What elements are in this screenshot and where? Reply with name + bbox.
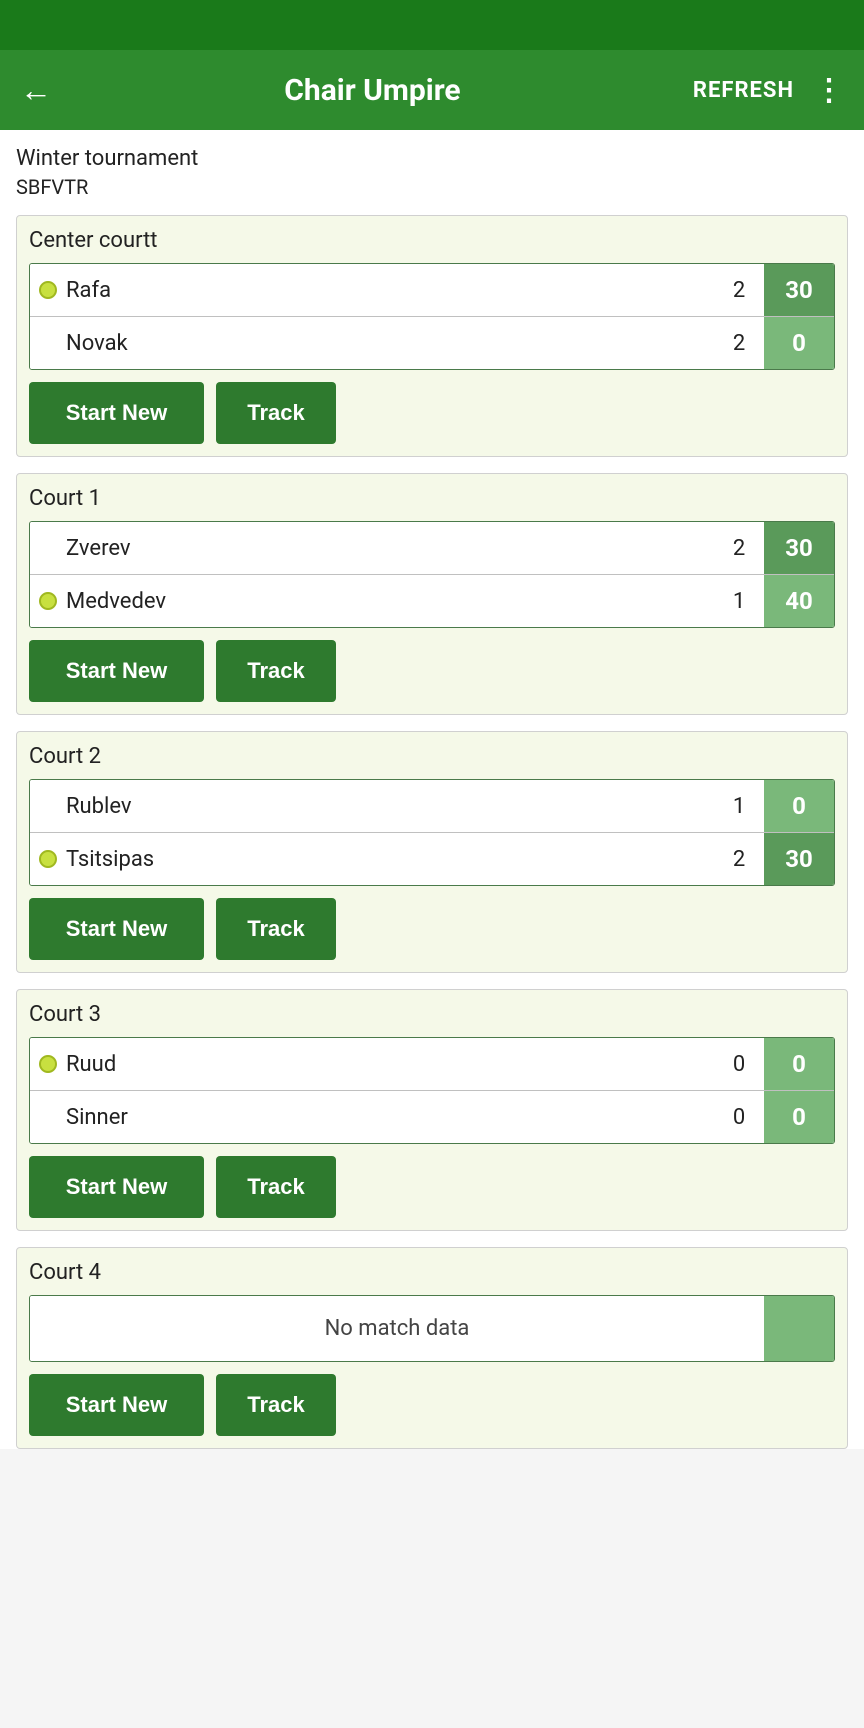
ball-cell-center-court-1 <box>30 334 58 352</box>
track-button-court-1[interactable]: Track <box>216 640 336 702</box>
page-content: Winter tournament SBFVTR Center courtt Ra… <box>0 130 864 1449</box>
player-sets-center-court-0: 2 <box>714 266 764 315</box>
player-row-court-2-0: Rublev10 <box>30 780 834 833</box>
player-points-court-1-1: 40 <box>764 575 834 627</box>
match-table-court-2: Rublev10Tsitsipas230 <box>29 779 835 886</box>
player-row-court-1-1: Medvedev140 <box>30 575 834 627</box>
player-name-court-1-0: Zverev <box>58 524 714 573</box>
ball-icon-court-1-1 <box>39 592 57 610</box>
refresh-button[interactable]: REFRESH <box>693 78 794 103</box>
player-row-court-3-1: Sinner00 <box>30 1091 834 1143</box>
ball-placeholder-court-1-0 <box>39 539 57 557</box>
ball-cell-court-1-1 <box>30 592 58 610</box>
ball-cell-court-2-1 <box>30 850 58 868</box>
match-table-court-3: Ruud00Sinner00 <box>29 1037 835 1144</box>
ball-placeholder-center-court-1 <box>39 334 57 352</box>
court-name-court-1: Court 1 <box>29 486 835 511</box>
toolbar: ← Chair Umpire REFRESH ⋮ <box>0 50 864 130</box>
player-row-court-2-1: Tsitsipas230 <box>30 833 834 885</box>
start-new-button-court-3[interactable]: Start New <box>29 1156 204 1218</box>
buttons-row-center-court: Start NewTrack <box>29 382 835 444</box>
ball-icon-court-3-0 <box>39 1055 57 1073</box>
player-sets-court-3-1: 0 <box>714 1093 764 1142</box>
ball-cell-court-3-1 <box>30 1108 58 1126</box>
court-name-court-2: Court 2 <box>29 744 835 769</box>
more-button[interactable]: ⋮ <box>814 73 844 108</box>
no-match-side-court-4 <box>764 1296 834 1361</box>
player-name-court-2-0: Rublev <box>58 782 714 831</box>
court-card-court-2: Court 2Rublev10Tsitsipas230Start NewTrac… <box>16 731 848 973</box>
player-sets-court-2-1: 2 <box>714 835 764 884</box>
player-points-court-1-0: 30 <box>764 522 834 574</box>
player-row-court-3-0: Ruud00 <box>30 1038 834 1091</box>
player-sets-center-court-1: 2 <box>714 319 764 368</box>
ball-cell-court-1-0 <box>30 539 58 557</box>
ball-cell-court-2-0 <box>30 797 58 815</box>
player-sets-court-1-1: 1 <box>714 577 764 626</box>
ball-placeholder-court-3-1 <box>39 1108 57 1126</box>
court-name-court-4: Court 4 <box>29 1260 835 1285</box>
player-sets-court-1-0: 2 <box>714 524 764 573</box>
track-button-court-4[interactable]: Track <box>216 1374 336 1436</box>
court-card-court-3: Court 3Ruud00Sinner00Start NewTrack <box>16 989 848 1231</box>
ball-icon-court-2-1 <box>39 850 57 868</box>
toolbar-title: Chair Umpire <box>72 73 673 108</box>
player-name-center-court-0: Rafa <box>58 266 714 315</box>
no-match-wrapper-court-4: No match data <box>29 1295 835 1362</box>
ball-placeholder-court-2-0 <box>39 797 57 815</box>
ball-cell-court-3-0 <box>30 1055 58 1073</box>
player-points-center-court-0: 30 <box>764 264 834 316</box>
status-bar <box>0 0 864 50</box>
court-card-court-1: Court 1Zverev230Medvedev140Start NewTrac… <box>16 473 848 715</box>
player-row-center-court-0: Rafa230 <box>30 264 834 317</box>
player-points-court-3-1: 0 <box>764 1091 834 1143</box>
match-table-court-1: Zverev230Medvedev140 <box>29 521 835 628</box>
tournament-name: Winter tournament <box>16 146 848 171</box>
player-row-center-court-1: Novak20 <box>30 317 834 369</box>
player-points-center-court-1: 0 <box>764 317 834 369</box>
player-points-court-3-0: 0 <box>764 1038 834 1090</box>
buttons-row-court-3: Start NewTrack <box>29 1156 835 1218</box>
buttons-row-court-1: Start NewTrack <box>29 640 835 702</box>
ball-cell-center-court-0 <box>30 281 58 299</box>
no-match-content-court-4: No match data <box>30 1296 764 1361</box>
buttons-row-court-2: Start NewTrack <box>29 898 835 960</box>
back-button[interactable]: ← <box>20 71 52 109</box>
player-points-court-2-1: 30 <box>764 833 834 885</box>
player-name-court-3-0: Ruud <box>58 1040 714 1089</box>
court-card-center-court: Center courttRafa230Novak20Start NewTrac… <box>16 215 848 457</box>
player-name-court-2-1: Tsitsipas <box>58 835 714 884</box>
start-new-button-court-1[interactable]: Start New <box>29 640 204 702</box>
player-name-center-court-1: Novak <box>58 319 714 368</box>
track-button-court-2[interactable]: Track <box>216 898 336 960</box>
match-table-center-court: Rafa230Novak20 <box>29 263 835 370</box>
track-button-court-3[interactable]: Track <box>216 1156 336 1218</box>
court-name-center-court: Center courtt <box>29 228 835 253</box>
start-new-button-center-court[interactable]: Start New <box>29 382 204 444</box>
track-button-center-court[interactable]: Track <box>216 382 336 444</box>
player-sets-court-3-0: 0 <box>714 1040 764 1089</box>
player-name-court-1-1: Medvedev <box>58 577 714 626</box>
tournament-code: SBFVTR <box>16 175 848 199</box>
player-sets-court-2-0: 1 <box>714 782 764 831</box>
player-row-court-1-0: Zverev230 <box>30 522 834 575</box>
court-card-court-4: Court 4 No match data Start NewTrack <box>16 1247 848 1449</box>
ball-icon-center-court-0 <box>39 281 57 299</box>
start-new-button-court-2[interactable]: Start New <box>29 898 204 960</box>
player-name-court-3-1: Sinner <box>58 1093 714 1142</box>
start-new-button-court-4[interactable]: Start New <box>29 1374 204 1436</box>
player-points-court-2-0: 0 <box>764 780 834 832</box>
court-name-court-3: Court 3 <box>29 1002 835 1027</box>
buttons-row-court-4: Start NewTrack <box>29 1374 835 1436</box>
